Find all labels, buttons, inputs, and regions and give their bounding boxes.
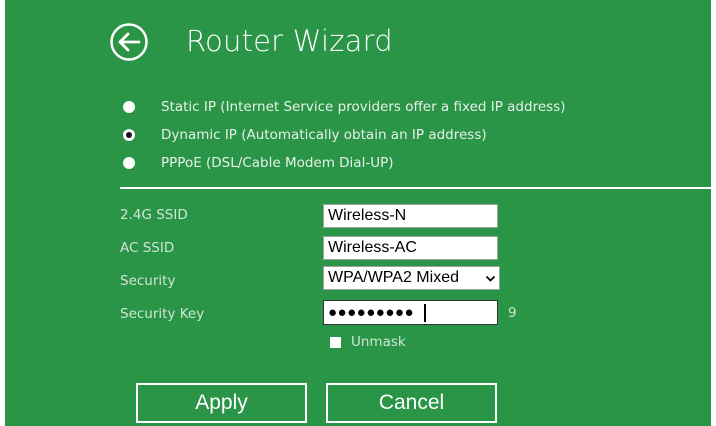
unmask-checkbox-row[interactable]: Unmask <box>330 334 406 350</box>
arrow-left-circle-icon <box>110 23 148 61</box>
unmask-checkbox[interactable] <box>330 336 341 348</box>
apply-button[interactable]: Apply <box>136 383 307 423</box>
security-key-masked-value: ●●●●●●●●● <box>328 304 415 321</box>
ac-ssid-input[interactable] <box>323 236 498 260</box>
radio-label-pppoe: PPPoE (DSL/Cable Modem Dial-UP) <box>161 155 394 171</box>
radio-pppoe[interactable]: PPPoE (DSL/Cable Modem Dial-UP) <box>123 152 394 174</box>
ssid-24g-input[interactable] <box>323 204 498 228</box>
radio-button-selected[interactable] <box>123 129 135 141</box>
security-key-input[interactable]: ●●●●●●●●● <box>323 300 498 325</box>
text-caret <box>424 304 426 322</box>
back-button[interactable] <box>109 22 149 62</box>
radio-label-dynamic-ip: Dynamic IP (Automatically obtain an IP a… <box>161 127 487 143</box>
cancel-button[interactable]: Cancel <box>326 383 497 423</box>
radio-static-ip[interactable]: Static IP (Internet Service providers of… <box>123 96 565 118</box>
unmask-label: Unmask <box>351 334 406 350</box>
security-key-length: 9 <box>508 305 517 321</box>
chevron-down-icon <box>485 273 496 284</box>
wizard-panel: Router Wizard Static IP (Internet Servic… <box>5 0 711 426</box>
radio-dynamic-ip[interactable]: Dynamic IP (Automatically obtain an IP a… <box>123 124 487 146</box>
radio-label-static-ip: Static IP (Internet Service providers of… <box>161 99 566 115</box>
ac-ssid-label: AC SSID <box>120 240 175 256</box>
ssid-24g-label: 2.4G SSID <box>120 207 188 223</box>
security-select-value: WPA/WPA2 Mixed <box>328 269 459 286</box>
radio-button[interactable] <box>123 157 135 169</box>
section-divider <box>120 187 711 189</box>
security-key-label: Security Key <box>120 306 205 322</box>
security-select[interactable]: WPA/WPA2 Mixed <box>323 266 500 290</box>
security-label: Security <box>120 273 176 289</box>
page-title: Router Wizard <box>186 24 393 58</box>
radio-button[interactable] <box>123 101 135 113</box>
